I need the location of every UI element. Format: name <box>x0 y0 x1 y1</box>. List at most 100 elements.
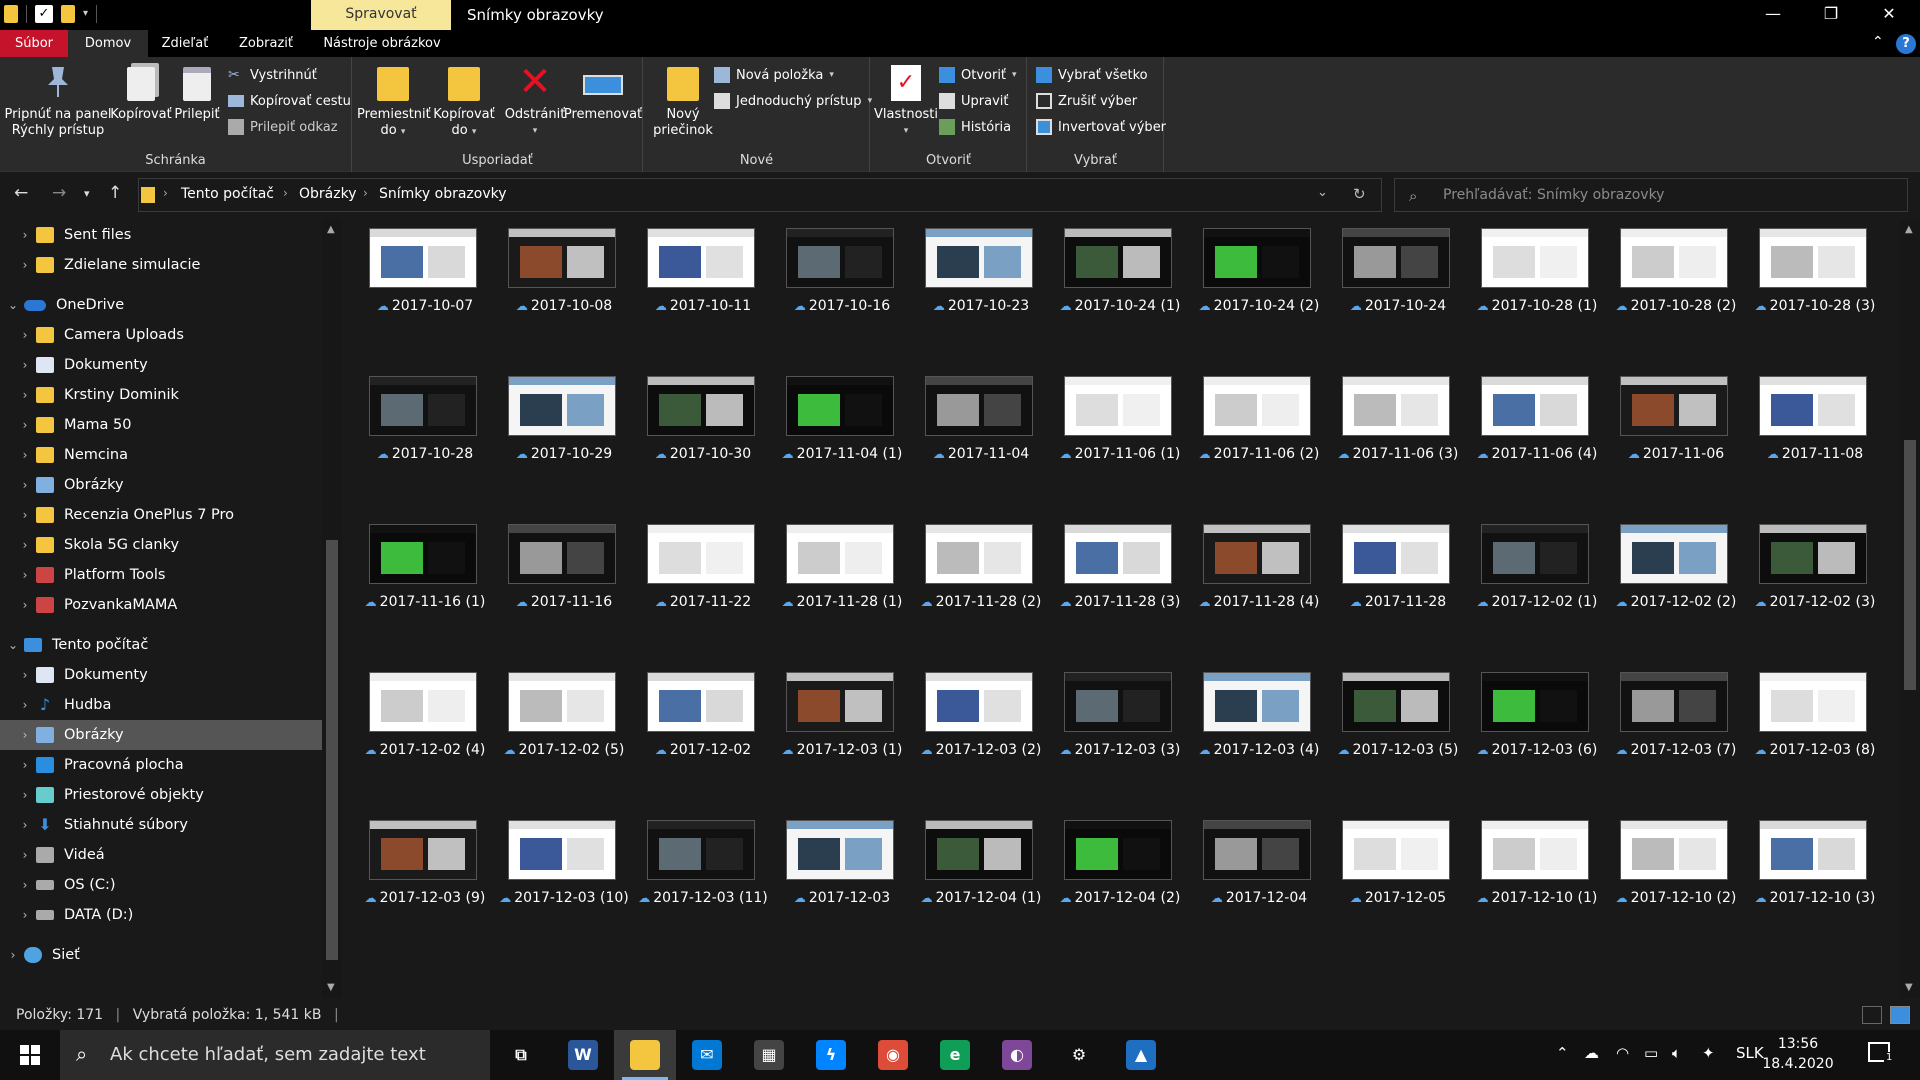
help-icon[interactable]: ? <box>1896 34 1916 54</box>
nav-item[interactable]: › Pracovná plocha <box>0 750 322 780</box>
pin-quick-access-button[interactable]: Pripnúť na panel Rýchly prístup <box>4 63 112 139</box>
file-tile[interactable]: ☁ 2017-10-11 <box>623 220 762 368</box>
nav-item[interactable]: › Sieť <box>0 940 322 970</box>
select-none-button[interactable]: Zrušiť výber <box>1036 91 1137 111</box>
chevron-right-icon[interactable]: › <box>163 186 168 200</box>
file-tile[interactable]: ☁ 2017-11-16 (1) <box>345 516 485 664</box>
file-tile[interactable]: ☁ 2017-11-28 (4) <box>1179 516 1319 664</box>
file-tile[interactable]: ☁ 2017-11-04 <box>901 368 1040 516</box>
chevron-right-icon[interactable]: › <box>14 698 36 712</box>
taskbar-photos[interactable]: ▲ <box>1110 1030 1172 1080</box>
open-button[interactable]: Otvoriť ▾ <box>939 65 1017 85</box>
address-bar[interactable]: › Tento počítač › Obrázky › Snímky obraz… <box>138 178 1382 212</box>
breadcrumb-screenshots[interactable]: Snímky obrazovky <box>379 186 507 202</box>
file-tile[interactable]: ☁ 2017-10-30 <box>623 368 762 516</box>
file-tile[interactable]: ☁ 2017-12-10 (1) <box>1457 812 1597 960</box>
onedrive-tray-icon[interactable]: ☁ <box>1584 1044 1599 1062</box>
file-tile[interactable]: ☁ 2017-11-06 (4) <box>1457 368 1597 516</box>
file-tile[interactable]: ☁ 2017-12-03 (9) <box>345 812 485 960</box>
recent-locations-icon[interactable]: ▾ <box>84 187 90 200</box>
nav-item[interactable]: › Camera Uploads <box>0 320 322 350</box>
file-tile[interactable]: ☁ 2017-11-06 (2) <box>1179 368 1319 516</box>
chevron-right-icon[interactable]: › <box>14 258 36 272</box>
nav-item[interactable]: › Zdielane simulacie <box>0 250 322 280</box>
edit-button[interactable]: Upraviť <box>939 91 1008 111</box>
nav-scrollbar[interactable]: ▲ ▼ <box>322 220 342 998</box>
copy-button[interactable]: Kopírovať <box>108 63 174 123</box>
taskbar-edge-beta[interactable]: e <box>924 1030 986 1080</box>
nav-item[interactable]: › ♪ Hudba <box>0 690 322 720</box>
breadcrumb-this-pc[interactable]: Tento počítač <box>181 186 274 202</box>
file-tile[interactable]: ☁ 2017-10-23 <box>901 220 1040 368</box>
chevron-right-icon[interactable]: › <box>14 908 36 922</box>
file-tile[interactable]: ☁ 2017-12-04 (1) <box>901 812 1041 960</box>
taskbar-search[interactable]: ⌕ Ak chcete hľadať, sem zadajte text <box>60 1030 490 1080</box>
file-tile[interactable]: ☁ 2017-10-24 (1) <box>1040 220 1180 368</box>
scroll-down-icon[interactable]: ▼ <box>327 982 335 993</box>
file-tile[interactable]: ☁ 2017-12-04 <box>1179 812 1318 960</box>
chevron-right-icon[interactable]: › <box>14 538 36 552</box>
chevron-down-icon[interactable]: ⌄ <box>2 298 24 312</box>
file-tile[interactable]: ☁ 2017-11-04 (1) <box>762 368 902 516</box>
taskbar-settings[interactable]: ⚙ <box>1048 1030 1110 1080</box>
chevron-right-icon[interactable]: › <box>2 948 24 962</box>
nav-item[interactable]: ⌄ Tento počítač <box>0 630 322 660</box>
content-scrollbar-thumb[interactable] <box>1904 440 1916 690</box>
file-tile[interactable]: ☁ 2017-11-06 <box>1596 368 1735 516</box>
chevron-right-icon[interactable]: › <box>14 418 36 432</box>
chevron-right-icon[interactable]: › <box>14 878 36 892</box>
file-tile[interactable]: ☁ 2017-12-03 (11) <box>623 812 768 960</box>
paste-shortcut-button[interactable]: Prilepiť odkaz <box>228 117 338 137</box>
file-tile[interactable]: ☁ 2017-12-03 (10) <box>484 812 629 960</box>
show-hidden-icons-icon[interactable]: ⌃ <box>1556 1044 1569 1062</box>
minimize-button[interactable]: — <box>1744 0 1802 30</box>
address-dropdown-icon[interactable]: ⌄ <box>1317 185 1328 200</box>
nav-item[interactable]: › OS (C:) <box>0 870 322 900</box>
large-icons-view-icon[interactable] <box>1890 1006 1910 1024</box>
file-tile[interactable]: ☁ 2017-10-24 (2) <box>1179 220 1319 368</box>
file-tile[interactable]: ☁ 2017-10-28 (2) <box>1596 220 1736 368</box>
file-tile[interactable]: ☁ 2017-12-05 <box>1318 812 1457 960</box>
tab-share[interactable]: Zdieľať <box>152 30 218 57</box>
qat-dropdown-icon[interactable]: ▾ <box>83 5 88 23</box>
refresh-icon[interactable]: ↻ <box>1353 185 1366 203</box>
file-tile[interactable]: ☁ 2017-12-03 <box>762 812 901 960</box>
battery-icon[interactable]: ▭ <box>1644 1044 1658 1062</box>
close-button[interactable]: ✕ <box>1860 0 1918 30</box>
nav-item[interactable]: › PozvankaMAMA <box>0 590 322 620</box>
taskbar-tor[interactable]: ◐ <box>986 1030 1048 1080</box>
chevron-right-icon[interactable]: › <box>283 186 288 200</box>
file-tile[interactable]: ☁ 2017-10-28 <box>345 368 484 516</box>
chevron-right-icon[interactable]: › <box>14 668 36 682</box>
file-tile[interactable]: ☁ 2017-10-24 <box>1318 220 1457 368</box>
file-tile[interactable]: ☁ 2017-11-28 <box>1318 516 1457 664</box>
nav-scrollbar-thumb[interactable] <box>326 540 338 960</box>
chevron-right-icon[interactable]: › <box>14 328 36 342</box>
file-tile[interactable]: ☁ 2017-11-06 (1) <box>1040 368 1180 516</box>
file-tile[interactable]: ☁ 2017-12-10 (2) <box>1596 812 1736 960</box>
taskbar-word[interactable]: W <box>552 1030 614 1080</box>
chevron-right-icon[interactable]: › <box>363 186 368 200</box>
delete-button[interactable]: ✕ Odstrániť ▾ <box>501 62 569 139</box>
chevron-right-icon[interactable]: › <box>14 478 36 492</box>
file-tile[interactable]: ☁ 2017-12-10 (3) <box>1735 812 1875 960</box>
file-tile[interactable]: ☁ 2017-10-16 <box>762 220 901 368</box>
back-arrow-icon[interactable]: ← <box>14 183 28 203</box>
notifications-icon[interactable]: 1 <box>1868 1042 1895 1063</box>
properties-button[interactable]: ✓ Vlastnosti ▾ <box>873 63 939 139</box>
file-tile[interactable]: ☁ 2017-12-03 (7) <box>1596 664 1736 812</box>
details-view-icon[interactable] <box>1862 1006 1882 1024</box>
volume-icon[interactable]: 🔈︎ <box>1672 1044 1681 1062</box>
new-folder-button[interactable]: Nový priečinok <box>648 63 718 139</box>
chevron-right-icon[interactable]: › <box>14 758 36 772</box>
nav-item[interactable]: › Dokumenty <box>0 660 322 690</box>
nav-item[interactable]: › Obrázky <box>0 470 322 500</box>
search-input[interactable] <box>1443 185 1883 205</box>
file-tile[interactable]: ☁ 2017-12-02 <box>623 664 762 812</box>
chevron-right-icon[interactable]: › <box>14 788 36 802</box>
file-tile[interactable]: ☁ 2017-12-02 (4) <box>345 664 485 812</box>
file-tile[interactable]: ☁ 2017-11-08 <box>1735 368 1874 516</box>
file-tile[interactable]: ☁ 2017-12-03 (5) <box>1318 664 1458 812</box>
file-tile[interactable]: ☁ 2017-12-03 (2) <box>901 664 1041 812</box>
chevron-right-icon[interactable]: › <box>14 448 36 462</box>
